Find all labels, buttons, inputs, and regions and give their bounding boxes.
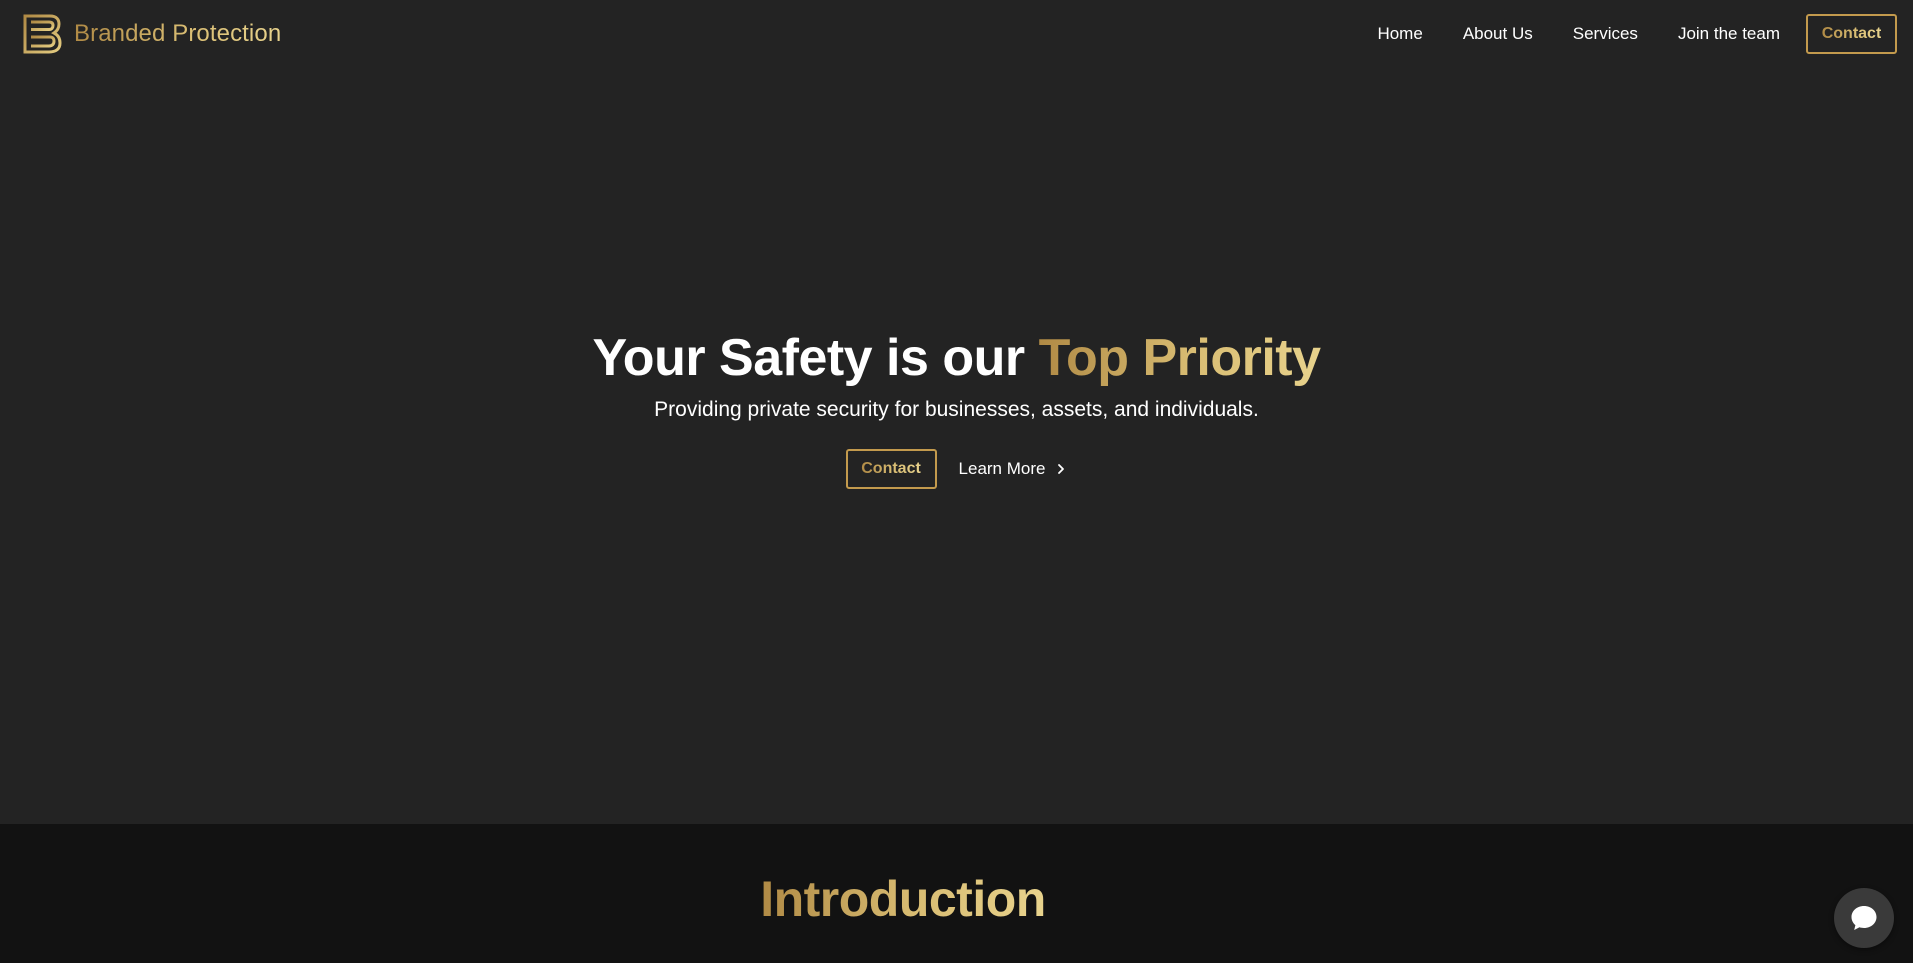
nav-link-join-the-team[interactable]: Join the team bbox=[1678, 24, 1780, 44]
nav-link-home[interactable]: Home bbox=[1377, 24, 1422, 44]
hero-subtitle: Providing private security for businesse… bbox=[654, 398, 1259, 421]
nav-contact-button[interactable]: Contact bbox=[1806, 14, 1897, 54]
hero-section: Your Safety is our Top Priority Providin… bbox=[0, 68, 1913, 824]
hero-title-text: Your Safety is our bbox=[592, 329, 1039, 387]
hero-title-highlight: Top Priority bbox=[1038, 329, 1321, 387]
hero-contact-label: Contact bbox=[861, 460, 921, 477]
hero-actions: Contact Learn More bbox=[0, 449, 1913, 489]
brand-name: Branded Protection bbox=[74, 20, 282, 47]
introduction-section: Introduction bbox=[0, 824, 1913, 963]
main-nav: Home About Us Services Join the team Con… bbox=[1377, 14, 1897, 54]
hero-title: Your Safety is our Top Priority bbox=[0, 329, 1913, 387]
nav-contact-label: Contact bbox=[1821, 25, 1882, 42]
hero-contact-button[interactable]: Contact bbox=[845, 449, 937, 489]
introduction-title-text: Introduction bbox=[760, 871, 1046, 927]
chat-bubble-icon bbox=[1851, 906, 1877, 930]
brand-home-link[interactable]: Branded Protection bbox=[22, 14, 281, 54]
introduction-title: Introduction bbox=[0, 870, 1806, 928]
brand-b-logo-icon bbox=[23, 14, 62, 54]
learn-more-label: Learn More bbox=[958, 459, 1046, 478]
nav-link-about-us[interactable]: About Us bbox=[1463, 24, 1533, 44]
chat-widget-button[interactable] bbox=[1834, 888, 1894, 948]
chevron-right-icon bbox=[1058, 464, 1065, 474]
site-header: Branded Protection Home About Us Service… bbox=[0, 0, 1913, 68]
nav-link-services[interactable]: Services bbox=[1573, 24, 1638, 44]
learn-more-link[interactable]: Learn More bbox=[959, 459, 1068, 479]
